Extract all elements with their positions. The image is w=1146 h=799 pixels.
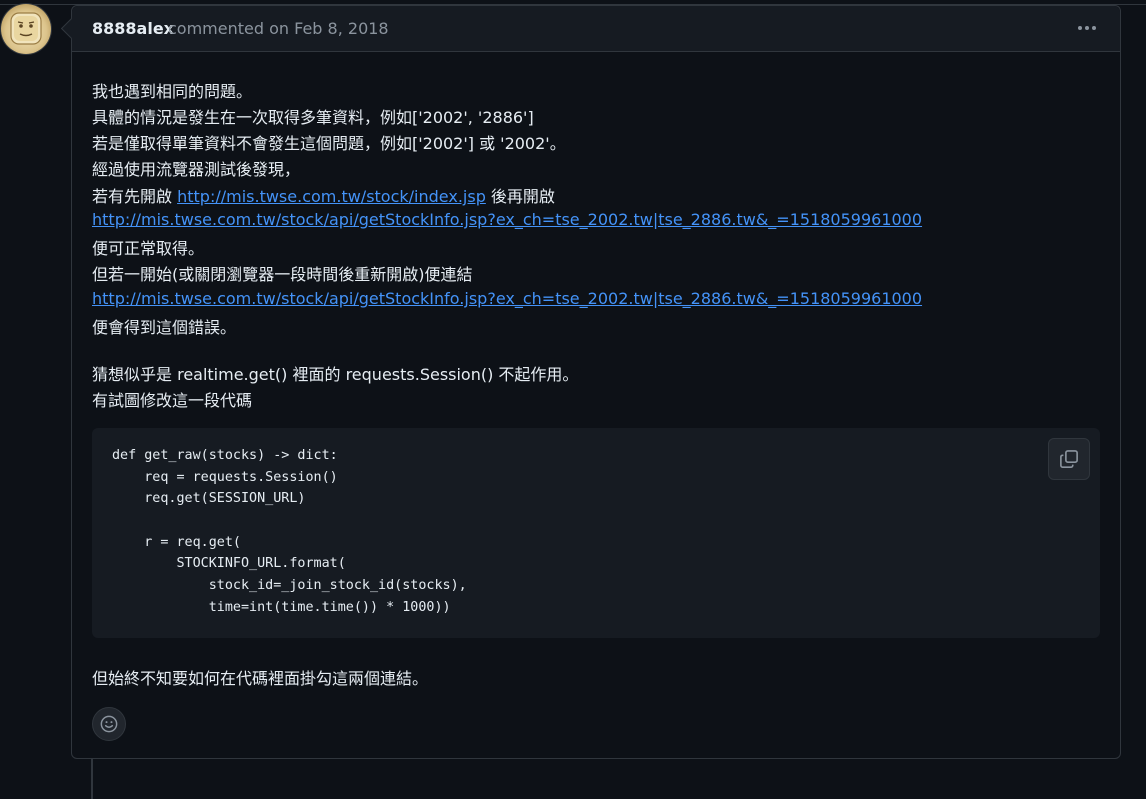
add-reaction-button[interactable]	[92, 707, 126, 741]
code-line: STOCKINFO_URL.format(	[112, 556, 346, 571]
body-line: http://mis.twse.com.tw/stock/api/getStoc…	[92, 289, 922, 308]
stockinfo-link[interactable]: http://mis.twse.com.tw/stock/api/getStoc…	[92, 210, 922, 229]
copy-icon	[1060, 450, 1078, 468]
avatar-image	[10, 12, 42, 45]
code-line: req = requests.Session()	[112, 470, 338, 485]
code-line: def get_raw(stocks) -> dict:	[112, 448, 338, 463]
copy-button[interactable]	[1048, 438, 1090, 480]
body-line: 便會得到這個錯誤。	[92, 318, 237, 337]
comment-header: 8888alex commented on Feb 8, 2018	[72, 6, 1120, 52]
kebab-horizontal-icon[interactable]	[1074, 16, 1100, 40]
code-line: stock_id=_join_stock_id(stocks),	[112, 578, 467, 593]
body-line: 具體的情況是發生在一次取得多筆資料，例如['2002', '2886']	[92, 108, 534, 127]
comment-card: 8888alex commented on Feb 8, 2018 我也遇到相同…	[60, 5, 1121, 759]
index-link[interactable]: http://mis.twse.com.tw/stock/index.jsp	[177, 187, 486, 206]
stockinfo-link[interactable]: http://mis.twse.com.tw/stock/api/getStoc…	[92, 289, 922, 308]
body-line: 有試圖修改這一段代碼	[92, 391, 253, 410]
body-line: http://mis.twse.com.tw/stock/api/getStoc…	[92, 210, 922, 229]
comment-timestamp[interactable]: commented on Feb 8, 2018	[168, 19, 389, 38]
body-line: 我也遇到相同的問題。	[92, 82, 253, 101]
body-line: 若是僅取得單筆資料不會發生這個問題，例如['2002'] 或 '2002'。	[92, 134, 566, 153]
body-line: 便可正常取得。	[92, 239, 205, 258]
author-name[interactable]: 8888alex	[92, 19, 174, 38]
body-text: 後再開啟	[485, 187, 555, 206]
code-line: r = req.get(	[112, 535, 241, 550]
timeline-connector	[91, 759, 93, 799]
code-line: req.get(SESSION_URL)	[112, 491, 306, 506]
code-block[interactable]: def get_raw(stocks) -> dict: req = reque…	[92, 428, 1100, 638]
body-line: 經過使用流覽器測試後發現，	[92, 160, 301, 179]
smiley-icon	[100, 715, 118, 733]
body-line: 若有先開啟 http://mis.twse.com.tw/stock/index…	[92, 183, 555, 207]
body-line: 但始終不知要如何在代碼裡面掛勾這兩個連結。	[92, 669, 429, 688]
body-line: 但若一開始(或關閉瀏覽器一段時間後重新開啟)便連結	[92, 265, 473, 284]
body-line: 猜想似乎是 realtime.get() 裡面的 requests.Sessio…	[92, 365, 579, 384]
code-line: time=int(time.time()) * 1000))	[112, 600, 451, 615]
author-avatar[interactable]	[1, 4, 51, 54]
body-text: 若有先開啟	[92, 187, 178, 206]
